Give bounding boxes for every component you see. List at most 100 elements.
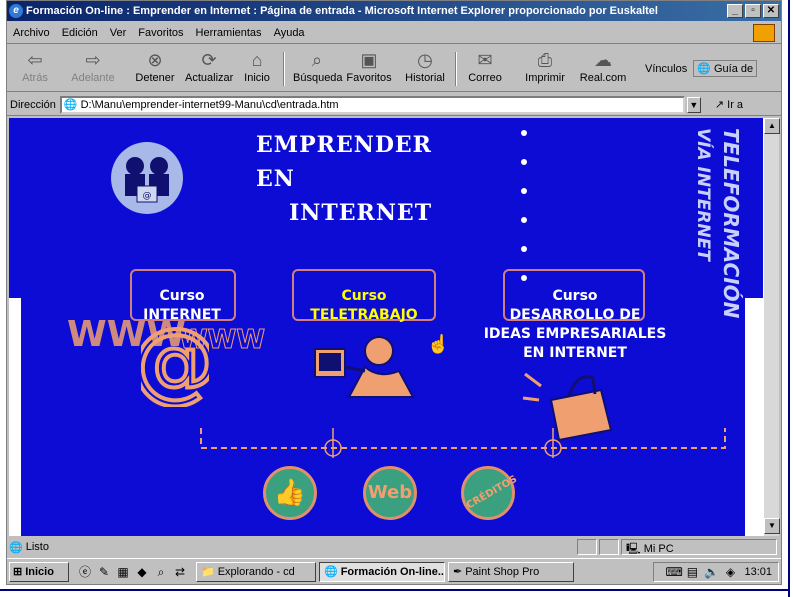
- search-button[interactable]: ⌕ Búsqueda: [293, 50, 343, 84]
- task-ie-label: Formación On-line...: [340, 565, 445, 578]
- status-zone: 🖳 Mi PC: [621, 539, 777, 555]
- page-margin-left: [9, 298, 21, 536]
- task-explorer[interactable]: 📁 Explorando - cd: [196, 561, 316, 582]
- tray-keyboard-icon[interactable]: ⌨: [665, 564, 682, 580]
- standard-toolbar: ⇦ Atrás ⇨ Adelante ⊗ Detener ⟳ Actualiza…: [7, 46, 781, 92]
- address-input[interactable]: 🌐 D:\Manu\emprender-internet99-Manu\cd\e…: [59, 95, 685, 114]
- course-desarrollo-line1: Curso: [552, 288, 598, 304]
- side-title: TELEFORMACIÓN VÍA INTERNET: [676, 126, 751, 386]
- go-label: Ir a: [727, 99, 744, 111]
- home-button[interactable]: ⌂ Inicio: [233, 50, 281, 84]
- forward-button[interactable]: ⇨ Adelante: [69, 50, 117, 84]
- network-quicklaunch-icon[interactable]: ⇄: [172, 564, 188, 580]
- ie-quicklaunch-icon[interactable]: ⓔ: [77, 564, 93, 580]
- creditos-button[interactable]: CRÉDITOS: [461, 466, 519, 520]
- mail-button[interactable]: ✉ Correo: [461, 50, 509, 84]
- outlook-quicklaunch-icon[interactable]: ✎: [96, 564, 112, 580]
- status-pane: [599, 539, 619, 555]
- side-title-teleformacion: TELEFORMACIÓN: [719, 128, 743, 319]
- toolbar-separator: [455, 52, 457, 86]
- dot: [521, 188, 527, 194]
- logo-figures-icon: @: [111, 142, 183, 214]
- mail-label: Correo: [468, 72, 502, 84]
- vertical-scrollbar[interactable]: ▲ ▼: [763, 118, 780, 536]
- address-value: D:\Manu\emprender-internet99-Manu\cd\ent…: [80, 98, 339, 111]
- title-bar[interactable]: e Formación On-line : Emprender en Inter…: [7, 1, 781, 21]
- ie-task-icon: 🌐: [324, 566, 338, 578]
- search-label: Búsqueda: [293, 72, 343, 84]
- course-desarrollo-link[interactable]: Curso DESARROLLO DE IDEAS EMPRESARIALES …: [465, 287, 685, 363]
- dot: [521, 159, 527, 165]
- folder-icon: 📁: [201, 566, 215, 578]
- maximize-button[interactable]: ▫: [745, 4, 761, 18]
- close-button[interactable]: ✕: [763, 4, 779, 18]
- side-title-via-internet: VÍA INTERNET: [693, 128, 715, 262]
- windows-logo-icon: [753, 24, 775, 42]
- favorites-label: Favoritos: [346, 72, 392, 84]
- menu-favoritos[interactable]: Favoritos: [138, 27, 183, 39]
- menu-herramientas[interactable]: Herramientas: [196, 27, 262, 39]
- forward-label: Adelante: [71, 72, 115, 84]
- refresh-button[interactable]: ⟳ Actualizar: [185, 50, 233, 84]
- tray-display-icon[interactable]: ▤: [684, 564, 700, 580]
- search-icon: ⌕: [311, 50, 323, 70]
- status-bar: 🌐 Listo 🖳 Mi PC: [7, 538, 781, 556]
- back-label: Atrás: [22, 72, 48, 84]
- web-button[interactable]: Web: [363, 466, 417, 520]
- menu-archivo[interactable]: Archivo: [13, 27, 50, 39]
- address-bar: Dirección 🌐 D:\Manu\emprender-internet99…: [7, 94, 781, 116]
- history-icon: ◷: [417, 50, 433, 70]
- task-paintshop[interactable]: ✒ Paint Shop Pro: [448, 561, 574, 582]
- guia-link[interactable]: 🌐 Guía de: [693, 60, 758, 77]
- thumbs-up-button[interactable]: 👍: [263, 466, 317, 520]
- back-button[interactable]: ⇦ Atrás: [11, 50, 59, 84]
- web-button-label: Web: [367, 482, 413, 503]
- menu-bar: Archivo Edición Ver Favoritos Herramient…: [7, 22, 781, 44]
- course-teletrabajo-line1: Curso: [341, 288, 387, 304]
- printer-icon: ⎙: [537, 50, 553, 70]
- refresh-icon: ⟳: [201, 50, 217, 70]
- tray-volume-icon[interactable]: 🔈: [703, 564, 719, 580]
- taskbar: ⊞ Inicio ⓔ ✎ ▦ ◆ ⌕ ⇄ 📁 Explorando - cd 🌐…: [7, 558, 781, 584]
- menu-ver[interactable]: Ver: [110, 27, 127, 39]
- browser-window: e Formación On-line : Emprender en Inter…: [6, 0, 782, 585]
- home-label: Inicio: [244, 72, 270, 84]
- stop-label: Detener: [135, 72, 175, 84]
- start-button[interactable]: ⊞ Inicio: [9, 561, 69, 582]
- course-teletrabajo-link[interactable]: Curso TELETRABAJO: [281, 287, 447, 325]
- scroll-down-arrow-icon[interactable]: ▼: [764, 518, 780, 534]
- print-button[interactable]: ⎙ Imprimir: [521, 50, 569, 84]
- mail-icon: ✉: [477, 50, 493, 70]
- links-label[interactable]: Vínculos: [645, 63, 687, 75]
- scroll-up-arrow-icon[interactable]: ▲: [764, 118, 780, 134]
- tray-network-icon[interactable]: ◈: [722, 564, 738, 580]
- realcom-label: Real.com: [579, 72, 627, 84]
- menu-edicion[interactable]: Edición: [62, 27, 98, 39]
- task-ie[interactable]: 🌐 Formación On-line...: [319, 561, 445, 582]
- status-zone-label: Mi PC: [643, 543, 674, 555]
- minimize-button[interactable]: _: [727, 4, 743, 18]
- menu-ayuda[interactable]: Ayuda: [274, 27, 305, 39]
- connector-lines: [200, 428, 726, 458]
- course-desarrollo-line4: EN INTERNET: [523, 345, 627, 361]
- status-pane: [577, 539, 597, 555]
- history-button[interactable]: ◷ Historial: [401, 50, 449, 84]
- go-button[interactable]: ↗ Ir a: [715, 98, 743, 111]
- channels-quicklaunch-icon[interactable]: ▦: [115, 564, 131, 580]
- stop-button[interactable]: ⊗ Detener: [131, 50, 179, 84]
- windows-flag-icon: ⊞: [13, 566, 23, 578]
- svg-text:@: @: [141, 311, 209, 407]
- dot: [521, 217, 527, 223]
- realcom-button[interactable]: ☁ Real.com: [579, 50, 627, 84]
- course-internet-line1: Curso: [159, 288, 205, 304]
- status-text: Listo: [25, 541, 49, 553]
- favorites-button[interactable]: ▣ Favoritos: [345, 50, 393, 84]
- address-dropdown-button[interactable]: ▼: [686, 96, 701, 113]
- desktop-quicklaunch-icon[interactable]: ◆: [134, 564, 150, 580]
- links-bar: Vínculos 🌐 Guía de: [645, 60, 758, 77]
- search-quicklaunch-icon[interactable]: ⌕: [153, 564, 169, 580]
- dot: [521, 130, 527, 136]
- arrow-right-icon: ⇨: [85, 50, 101, 70]
- course-desarrollo-line3: IDEAS EMPRESARIALES: [483, 326, 667, 342]
- at-sign-icon: @: [141, 311, 209, 407]
